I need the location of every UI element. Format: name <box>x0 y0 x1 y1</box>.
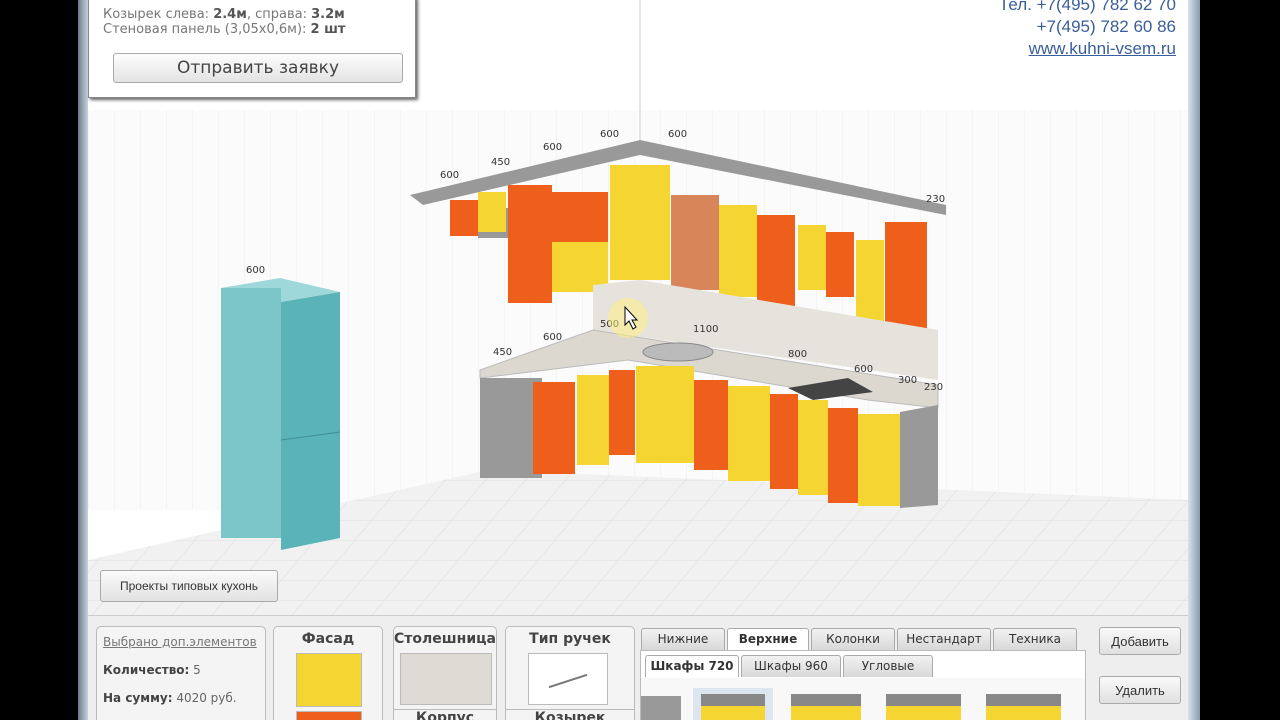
dim-fridge: 600 <box>246 265 265 276</box>
tab-lower[interactable]: Нижние <box>641 628 725 650</box>
kitchen-planner-window: 600 450 600 600 600 230 600 450 600 500 … <box>78 0 1200 720</box>
phone-1: Тел. +7(495) 782 62 70 <box>998 0 1176 14</box>
contacts: Тел. +7(495) 782 62 70 +7(495) 782 60 86… <box>999 0 1176 60</box>
qty-label: Количество: <box>103 663 190 677</box>
facade-box[interactable]: Фасад <box>273 626 383 720</box>
dim-upper-4: 600 <box>600 129 619 140</box>
window-left-edge <box>78 0 88 720</box>
body-title: Корпус <box>394 709 496 720</box>
dim-lower-6: 600 <box>854 364 873 375</box>
visor-right-label: , справа: <box>246 7 307 22</box>
countertop-box[interactable]: Столешница Корпус <box>393 626 497 720</box>
dim-upper-5: 600 <box>668 129 687 140</box>
tab-upper[interactable]: Верхние <box>727 628 809 650</box>
extras-box: Выбрано доп.элементов Количество: 5 На с… <box>96 626 266 720</box>
subtab-cabinets-720[interactable]: Шкафы 720 <box>645 655 739 677</box>
facade-color-1[interactable] <box>296 653 362 707</box>
send-request-button[interactable]: Отправить заявку <box>113 53 403 83</box>
dim-lower-7: 300 <box>898 375 917 386</box>
dim-upper-2: 450 <box>491 157 510 168</box>
visor-left-label: Козырек слева: <box>103 7 210 22</box>
website-link[interactable]: www.kuhni-vsem.ru <box>1029 39 1176 58</box>
cabinet-thumbnails[interactable] <box>641 678 1085 720</box>
sum-value: 4020 руб. <box>176 691 237 705</box>
handles-title: Тип ручек <box>529 631 611 647</box>
refrigerator[interactable] <box>221 278 341 550</box>
countertop-swatch[interactable] <box>400 653 492 705</box>
visor-title: Козырек <box>506 709 634 720</box>
cabinet-thumb-selected[interactable] <box>693 688 773 720</box>
catalog-panel: Шкафы 720 Шкафы 960 Угловые <box>640 650 1086 720</box>
cabinet-thumb[interactable] <box>886 694 961 720</box>
panel-label: Стеновая панель (3,05х0,6м): <box>103 22 307 37</box>
handle-swatch[interactable] <box>528 653 608 705</box>
visor-left-value: 2.4м <box>213 7 247 22</box>
cabinet-thumb[interactable] <box>986 694 1061 720</box>
handle-icon <box>548 673 588 689</box>
dim-lower-1: 450 <box>493 347 512 358</box>
facade-color-2[interactable] <box>296 711 362 720</box>
cabinet-thumb[interactable] <box>791 694 861 720</box>
panel-count: 2 шт <box>310 22 346 37</box>
subtab-cabinets-960[interactable]: Шкафы 960 <box>741 655 841 677</box>
delete-button[interactable]: Удалить <box>1099 676 1181 704</box>
countertop-title: Столешница <box>394 631 496 647</box>
tab-appliances[interactable]: Техника <box>993 628 1077 650</box>
scrollbar[interactable] <box>1188 0 1200 720</box>
handles-box[interactable]: Тип ручек Козырек <box>505 626 635 720</box>
tab-columns[interactable]: Колонки <box>811 628 895 650</box>
dim-upper-1: 600 <box>440 170 459 181</box>
bottom-toolbar: Выбрано доп.элементов Количество: 5 На с… <box>88 615 1188 720</box>
visor-line: Козырек слева: 2.4м, справа: 3.2м <box>103 7 401 22</box>
extras-link[interactable]: Выбрано доп.элементов <box>103 635 265 649</box>
order-summary-panel: Козырек слева: 2.4м, справа: 3.2м Стенов… <box>88 0 416 98</box>
dim-lower-8: 230 <box>924 382 943 393</box>
subtab-corner[interactable]: Угловые <box>843 655 933 677</box>
visor-right-value: 3.2м <box>311 7 345 22</box>
qty-value: 5 <box>193 663 201 677</box>
dim-upper-6: 230 <box>926 194 945 205</box>
phone-2: +7(495) 782 60 86 <box>1036 17 1176 36</box>
dim-lower-4: 1100 <box>693 324 718 335</box>
tab-nonstandard[interactable]: Нестандарт <box>897 628 991 650</box>
add-button[interactable]: Добавить <box>1099 627 1181 655</box>
standard-projects-button[interactable]: Проекты типовых кухонь <box>100 570 278 602</box>
facade-title: Фасад <box>301 631 355 647</box>
dim-lower-5: 800 <box>788 349 807 360</box>
dim-upper-3: 600 <box>543 142 562 153</box>
sum-label: На сумму: <box>103 691 173 705</box>
panel-line: Стеновая панель (3,05х0,6м): 2 шт <box>103 22 401 37</box>
dim-lower-2: 600 <box>543 332 562 343</box>
